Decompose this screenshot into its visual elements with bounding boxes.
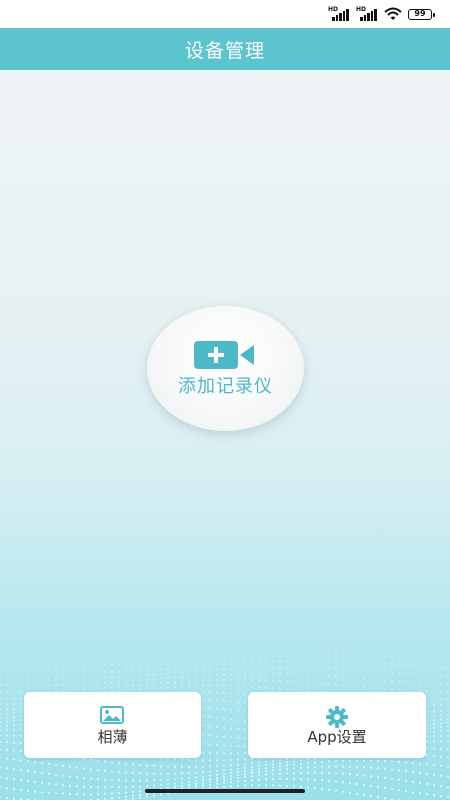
battery-icon: 99 (408, 8, 435, 20)
cellular-signal-icon-2: HD (356, 6, 378, 21)
status-bar: HD HD 99 (0, 0, 450, 28)
album-label: 相薄 (97, 728, 128, 746)
home-indicator (145, 789, 305, 793)
page-title: 设备管理 (184, 39, 265, 62)
battery-level: 99 (414, 9, 426, 18)
add-device-button[interactable]: 添加记录仪 (147, 306, 304, 431)
app-settings-button[interactable]: App设置 (248, 692, 426, 758)
main-area (0, 70, 450, 800)
header-bar: 设备管理 (0, 28, 450, 70)
image-icon (100, 706, 124, 724)
app-settings-label: App设置 (307, 728, 367, 746)
video-camera-plus-icon (194, 341, 254, 369)
status-icons: HD HD 99 (328, 6, 435, 22)
wifi-icon (384, 7, 402, 20)
cellular-signal-icon: HD (328, 6, 350, 21)
gear-icon (326, 706, 348, 728)
add-device-label: 添加记录仪 (178, 376, 273, 397)
album-button[interactable]: 相薄 (24, 692, 201, 758)
